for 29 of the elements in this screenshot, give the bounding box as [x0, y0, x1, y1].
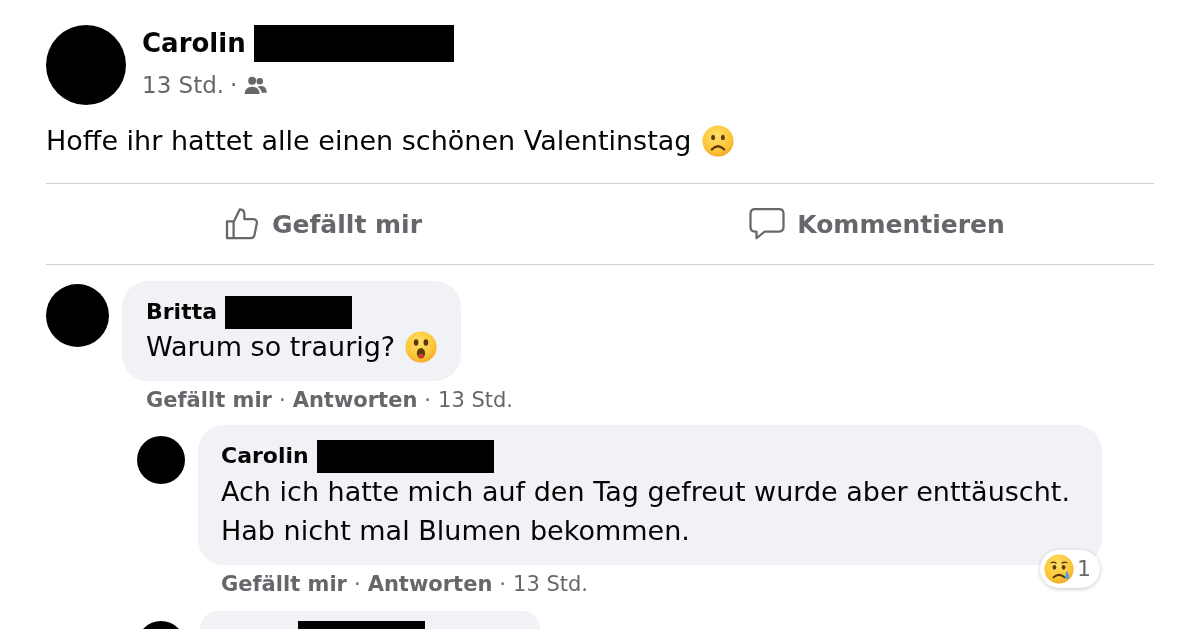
people-icon: [244, 75, 268, 95]
comment-time: 13 Std.: [438, 387, 513, 414]
comment-text: Warum so traurig?: [146, 330, 396, 364]
like-link[interactable]: Gefällt mir: [146, 386, 272, 414]
comment-text: Ach ich hatte mich auf den Tag gefreut wurde aber enttäuscht. Hab nicht mal Blumen bekommen.: [221, 475, 1071, 548]
like-link[interactable]: Gefällt mir: [221, 570, 347, 598]
avatar[interactable]: [137, 436, 185, 484]
separator: ·: [498, 571, 508, 598]
separator: ·: [353, 571, 362, 598]
post-text: Hoffe ihr hattet alle einen schönen Valentinstag: [46, 124, 692, 158]
author-name[interactable]: Carolin: [142, 25, 246, 62]
separator: ·: [423, 387, 433, 414]
frowning-face-icon: [702, 125, 735, 157]
post-time: 13 Std.: [142, 71, 225, 99]
surprised-face-icon: [405, 331, 438, 363]
reaction-count: 1: [1077, 557, 1091, 581]
comment-button[interactable]: Kommentieren: [747, 202, 1007, 246]
comment-time: 13 Std.: [513, 571, 588, 598]
separator: ·: [278, 387, 287, 414]
reply-link[interactable]: Antworten: [292, 386, 418, 414]
separator: ·: [230, 71, 238, 99]
reaction-badge[interactable]: 1: [1040, 550, 1100, 588]
speech-bubble-icon: [749, 206, 786, 242]
crying-face-icon: [1044, 554, 1074, 584]
author-name[interactable]: Britta: [146, 296, 218, 328]
reply-link[interactable]: Antworten: [367, 570, 493, 598]
thumbs-up-icon: [224, 206, 260, 242]
author-name[interactable]: Carolin: [221, 440, 309, 472]
like-button[interactable]: Gefällt mir: [222, 202, 424, 246]
